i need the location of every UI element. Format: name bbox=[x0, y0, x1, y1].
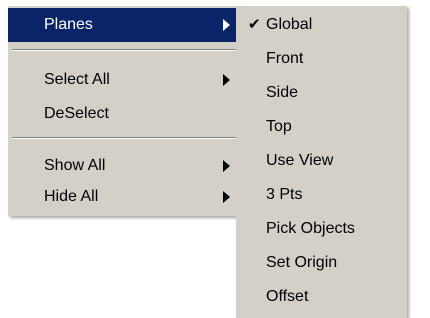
menu-item-label: Show All bbox=[44, 157, 106, 174]
submenu-item-label: Top bbox=[266, 118, 292, 135]
submenu-item-set-origin[interactable]: Set Origin bbox=[236, 246, 407, 280]
menu-separator bbox=[12, 49, 236, 51]
menu-item-label: Select All bbox=[44, 71, 110, 88]
menu-item-hide-all[interactable]: Hide All bbox=[8, 180, 240, 214]
menu-item-deselect[interactable]: DeSelect bbox=[8, 97, 240, 131]
checkmark-icon: ✔ bbox=[248, 16, 261, 33]
planes-submenu: ✔ Global Front Side Top Use View 3 Pts P… bbox=[236, 6, 407, 318]
submenu-item-label: Offset bbox=[266, 288, 309, 305]
context-menu: Planes Select All DeSelect Show All Hide… bbox=[8, 6, 240, 216]
submenu-item-label: Pick Objects bbox=[266, 220, 355, 237]
submenu-item-label: 3 Pts bbox=[266, 186, 303, 203]
menu-item-show-all[interactable]: Show All bbox=[8, 149, 240, 183]
submenu-item-top[interactable]: Top bbox=[236, 110, 407, 144]
submenu-item-use-view[interactable]: Use View bbox=[236, 144, 407, 178]
menu-item-label: DeSelect bbox=[44, 105, 109, 122]
submenu-item-global[interactable]: ✔ Global bbox=[236, 8, 407, 42]
menu-item-select-all[interactable]: Select All bbox=[8, 63, 240, 97]
submenu-arrow-icon bbox=[223, 19, 230, 31]
submenu-arrow-icon bbox=[223, 191, 230, 203]
submenu-item-label: Side bbox=[266, 84, 299, 101]
menu-separator bbox=[12, 137, 236, 139]
submenu-item-label: Set Origin bbox=[266, 254, 338, 271]
submenu-item-label: Global bbox=[266, 16, 313, 33]
submenu-item-3-pts[interactable]: 3 Pts bbox=[236, 178, 407, 212]
menu-item-planes[interactable]: Planes bbox=[8, 8, 240, 42]
submenu-item-offset[interactable]: Offset bbox=[236, 280, 407, 314]
submenu-arrow-icon bbox=[223, 74, 230, 86]
submenu-arrow-icon bbox=[223, 160, 230, 172]
submenu-item-label: Front bbox=[266, 50, 304, 67]
submenu-item-pick-objects[interactable]: Pick Objects bbox=[236, 212, 407, 246]
submenu-item-front[interactable]: Front bbox=[236, 42, 407, 76]
submenu-item-label: Use View bbox=[266, 152, 334, 169]
menu-item-label: Planes bbox=[44, 16, 93, 33]
submenu-item-side[interactable]: Side bbox=[236, 76, 407, 110]
menu-item-label: Hide All bbox=[44, 188, 99, 205]
